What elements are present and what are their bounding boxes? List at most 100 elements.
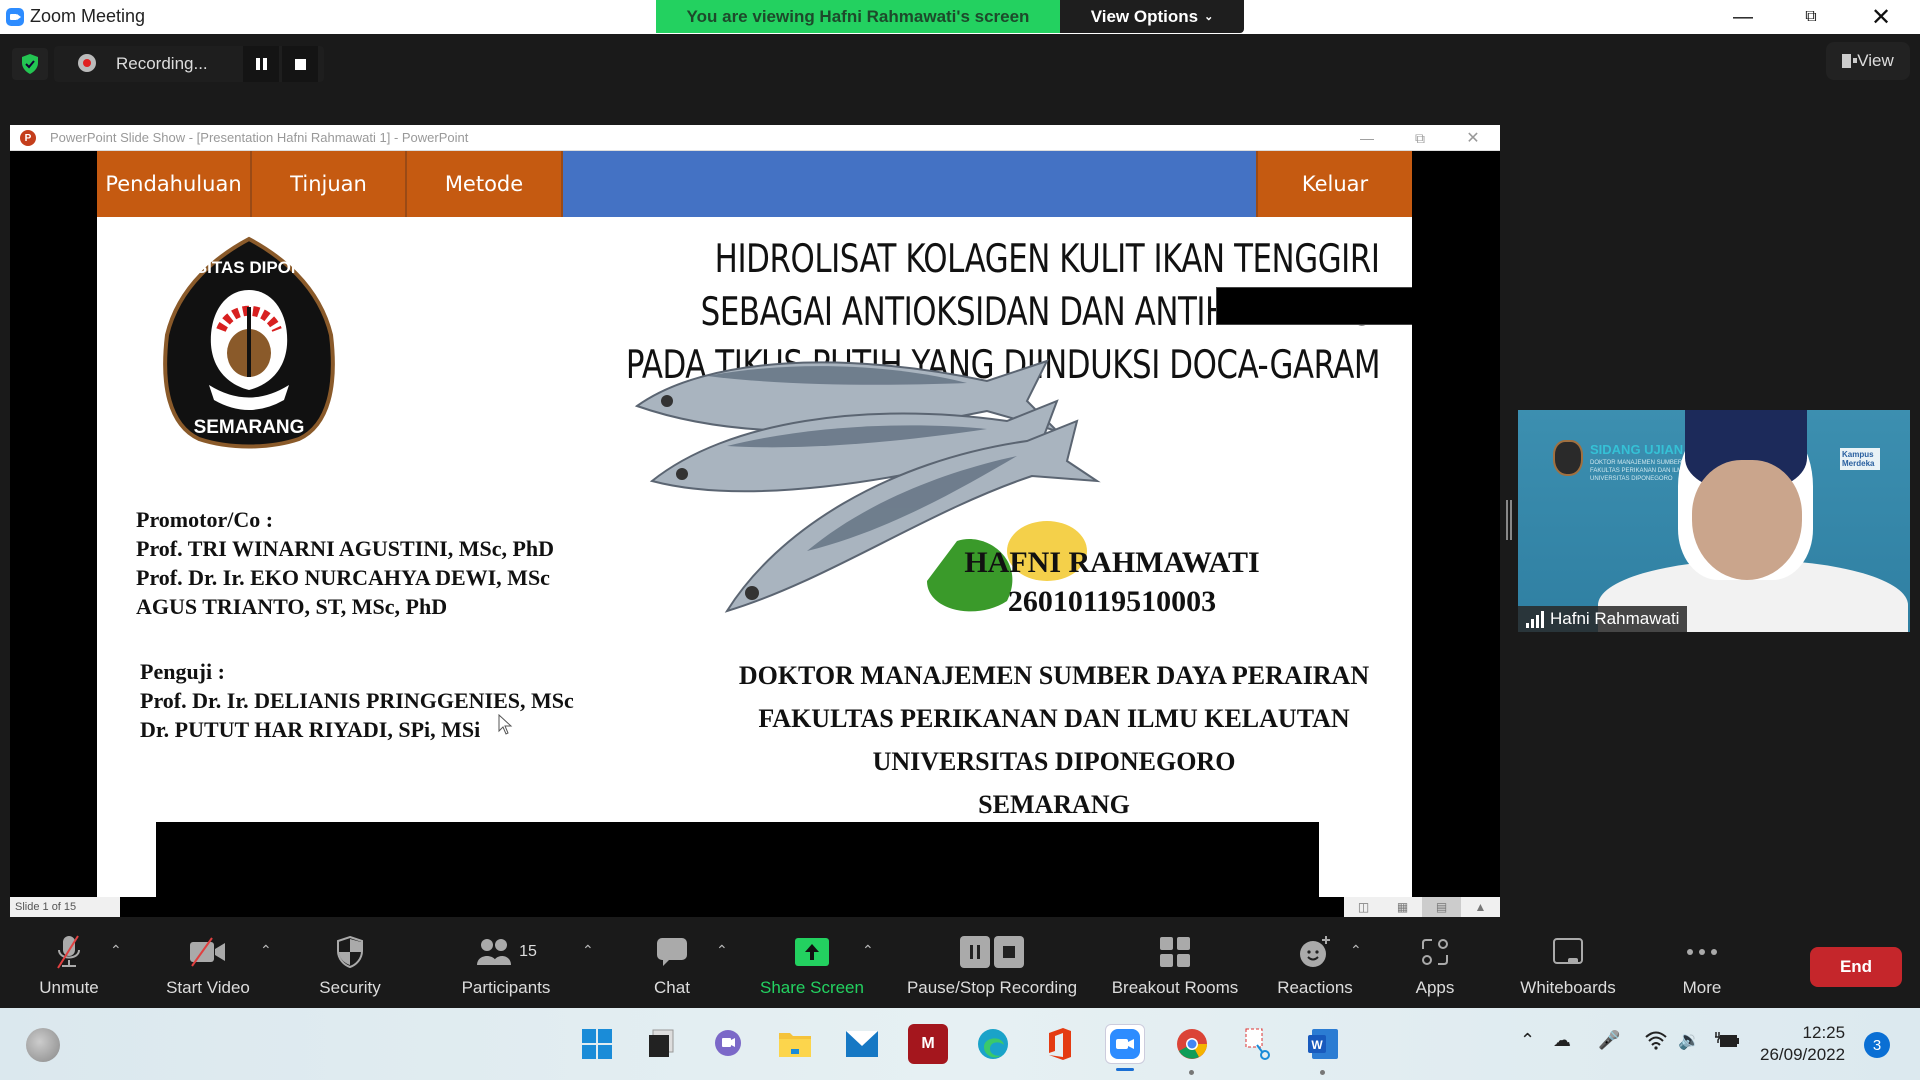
wifi-icon[interactable] [1644, 1030, 1668, 1055]
zoom-active-indicator [1116, 1068, 1134, 1071]
start-icon[interactable] [577, 1024, 617, 1064]
reactions-options-caret[interactable]: ⌃ [1350, 942, 1362, 959]
svg-text:W: W [1311, 1038, 1323, 1052]
share-options-caret[interactable]: ⌃ [862, 942, 874, 959]
view-layout-icon [1842, 54, 1858, 68]
participants-options-caret[interactable]: ⌃ [582, 942, 594, 959]
security-shield-icon [337, 935, 363, 969]
powerpoint-window-title: PowerPoint Slide Show - [Presentation Ha… [50, 130, 469, 145]
end-meeting-button[interactable]: End [1810, 947, 1902, 987]
shared-screen-powerpoint: P PowerPoint Slide Show - [Presentation … [10, 125, 1500, 917]
nav-pendahuluan[interactable]: Pendahuluan [97, 151, 252, 217]
microphone-in-use-icon[interactable]: 🎤 [1598, 1030, 1620, 1051]
breakout-rooms-button[interactable]: Breakout Rooms [1100, 920, 1250, 1008]
slideshow-view-icon[interactable]: ▲ [1461, 897, 1500, 917]
encryption-shield-button[interactable] [12, 48, 48, 80]
chevron-down-icon: ⌄ [1204, 11, 1214, 23]
close-icon: ✕ [1870, 3, 1892, 31]
start-video-button[interactable]: Start Video [150, 920, 266, 1008]
window-title: Zoom Meeting [30, 6, 146, 26]
video-options-caret[interactable]: ⌃ [260, 942, 272, 959]
more-label: More [1682, 978, 1722, 997]
more-button[interactable]: More [1660, 920, 1744, 1008]
pause-stop-recording-button[interactable]: Pause/Stop Recording [896, 920, 1088, 1008]
mail-icon[interactable] [842, 1024, 882, 1064]
student-id: 26010119510003 [1007, 585, 1217, 618]
share-screen-button[interactable]: Share Screen [756, 920, 868, 1008]
nav-metode[interactable]: Metode [407, 151, 563, 217]
office-icon[interactable] [1040, 1024, 1080, 1064]
audio-options-caret[interactable]: ⌃ [110, 942, 122, 959]
shield-check-icon [22, 54, 38, 74]
slide-sorter-icon[interactable]: ▦ [1383, 897, 1422, 917]
chat-icon [657, 938, 687, 966]
security-button[interactable]: Security [300, 920, 400, 1008]
participants-button[interactable]: 15 Participants [450, 920, 562, 1008]
title-bar: Zoom Meeting You are viewing Hafni Rahma… [0, 0, 1920, 34]
mendeley-icon[interactable]: M [908, 1024, 948, 1064]
whiteboards-button[interactable]: Whiteboards [1508, 920, 1628, 1008]
penguji-2: Dr. PUTUT HAR RIYADI, SPi, MSi [140, 717, 481, 742]
zoom-taskbar-icon[interactable] [1105, 1024, 1145, 1064]
nav-keluar[interactable]: Keluar [1258, 151, 1412, 217]
share-screen-icon [795, 938, 829, 966]
chat-options-caret[interactable]: ⌃ [716, 942, 728, 959]
snipping-tool-icon[interactable] [1238, 1024, 1278, 1064]
chat-label: Chat [654, 978, 690, 997]
ppt-restore-button[interactable]: ⧉ [1393, 125, 1447, 151]
promotor-3: AGUS TRIANTO, ST, MSc, PhD [136, 594, 448, 619]
edge-icon[interactable] [973, 1024, 1013, 1064]
background-sub-3: UNIVERSITAS DIPONEGORO [1590, 476, 1673, 482]
battery-charging-icon[interactable] [1714, 1030, 1740, 1055]
reading-view-icon[interactable]: ▤ [1422, 897, 1461, 917]
student-name: HAFNI RAHMAWATI [964, 546, 1260, 579]
normal-view-icon[interactable]: ◫ [1344, 897, 1383, 917]
pause-recording-button[interactable] [243, 46, 279, 82]
reactions-button[interactable]: Reactions [1268, 920, 1362, 1008]
signal-strength-icon [1526, 610, 1544, 628]
ppt-minimize-button[interactable]: — [1340, 125, 1394, 151]
participant-video-tile[interactable]: SIDANG UJIAN KO DOKTOR MANAJEMEN SUMBERD… [1518, 410, 1910, 632]
volume-icon[interactable]: 🔉 [1678, 1030, 1700, 1051]
word-icon[interactable]: W [1303, 1024, 1343, 1064]
recording-icon [78, 54, 96, 72]
whiteboard-icon [1553, 938, 1583, 964]
clock-date: 26/09/2022 [1760, 1045, 1846, 1064]
apps-icon [1422, 939, 1448, 965]
chrome-icon[interactable] [1172, 1024, 1212, 1064]
zoom-app-icon [6, 8, 24, 26]
slide: Pendahuluan Tinjuan Metode Keluar UNIVER… [97, 151, 1412, 915]
onedrive-sync-icon[interactable]: ☁ [1553, 1030, 1571, 1051]
view-button[interactable]: View [1826, 42, 1910, 80]
minimize-button[interactable]: — [1712, 0, 1774, 34]
university-logo: UNIVERSITAS DIPONEGORO SEMARANG [159, 236, 339, 449]
system-clock[interactable]: 12:25 26/09/2022 [1760, 1022, 1845, 1066]
weather-widget-icon[interactable] [26, 1028, 60, 1062]
nav-tinjuan[interactable]: Tinjuan [252, 151, 407, 217]
restore-button[interactable]: ⧉ [1780, 0, 1842, 34]
viewing-banner: You are viewing Hafni Rahmawati's screen [656, 0, 1060, 33]
breakout-rooms-label: Breakout Rooms [1111, 978, 1239, 997]
powerpoint-icon: P [20, 130, 36, 146]
logo-text-top: UNIVERSITAS DIPONEGORO [159, 258, 339, 277]
institution-line-2: FAKULTAS PERIKANAN DAN ILMU KELAUTAN [758, 704, 1350, 733]
notification-badge[interactable]: 3 [1864, 1032, 1890, 1058]
reactions-icon [1300, 936, 1330, 967]
close-button[interactable]: ✕ [1850, 0, 1912, 34]
task-view-icon[interactable] [641, 1024, 681, 1064]
redaction-box [1216, 287, 1412, 325]
participants-icon [477, 939, 512, 965]
unmute-button[interactable]: Unmute [22, 920, 116, 1008]
ppt-close-button[interactable]: ✕ [1446, 125, 1500, 151]
show-hidden-icons-button[interactable]: ⌃ [1520, 1030, 1535, 1051]
participant-name: Hafni Rahmawati [1550, 609, 1680, 628]
panel-resize-handle[interactable] [1506, 500, 1512, 540]
view-options-button[interactable]: View Options ⌄ [1060, 0, 1244, 33]
kampus-merdeka-badge: Kampus Merdeka [1840, 448, 1880, 470]
teams-chat-icon[interactable] [708, 1024, 748, 1064]
file-explorer-icon[interactable] [775, 1024, 815, 1064]
stop-recording-button[interactable] [282, 46, 318, 82]
nav-blank [563, 151, 1258, 217]
apps-button[interactable]: Apps [1400, 920, 1470, 1008]
chat-button[interactable]: Chat [634, 920, 710, 1008]
